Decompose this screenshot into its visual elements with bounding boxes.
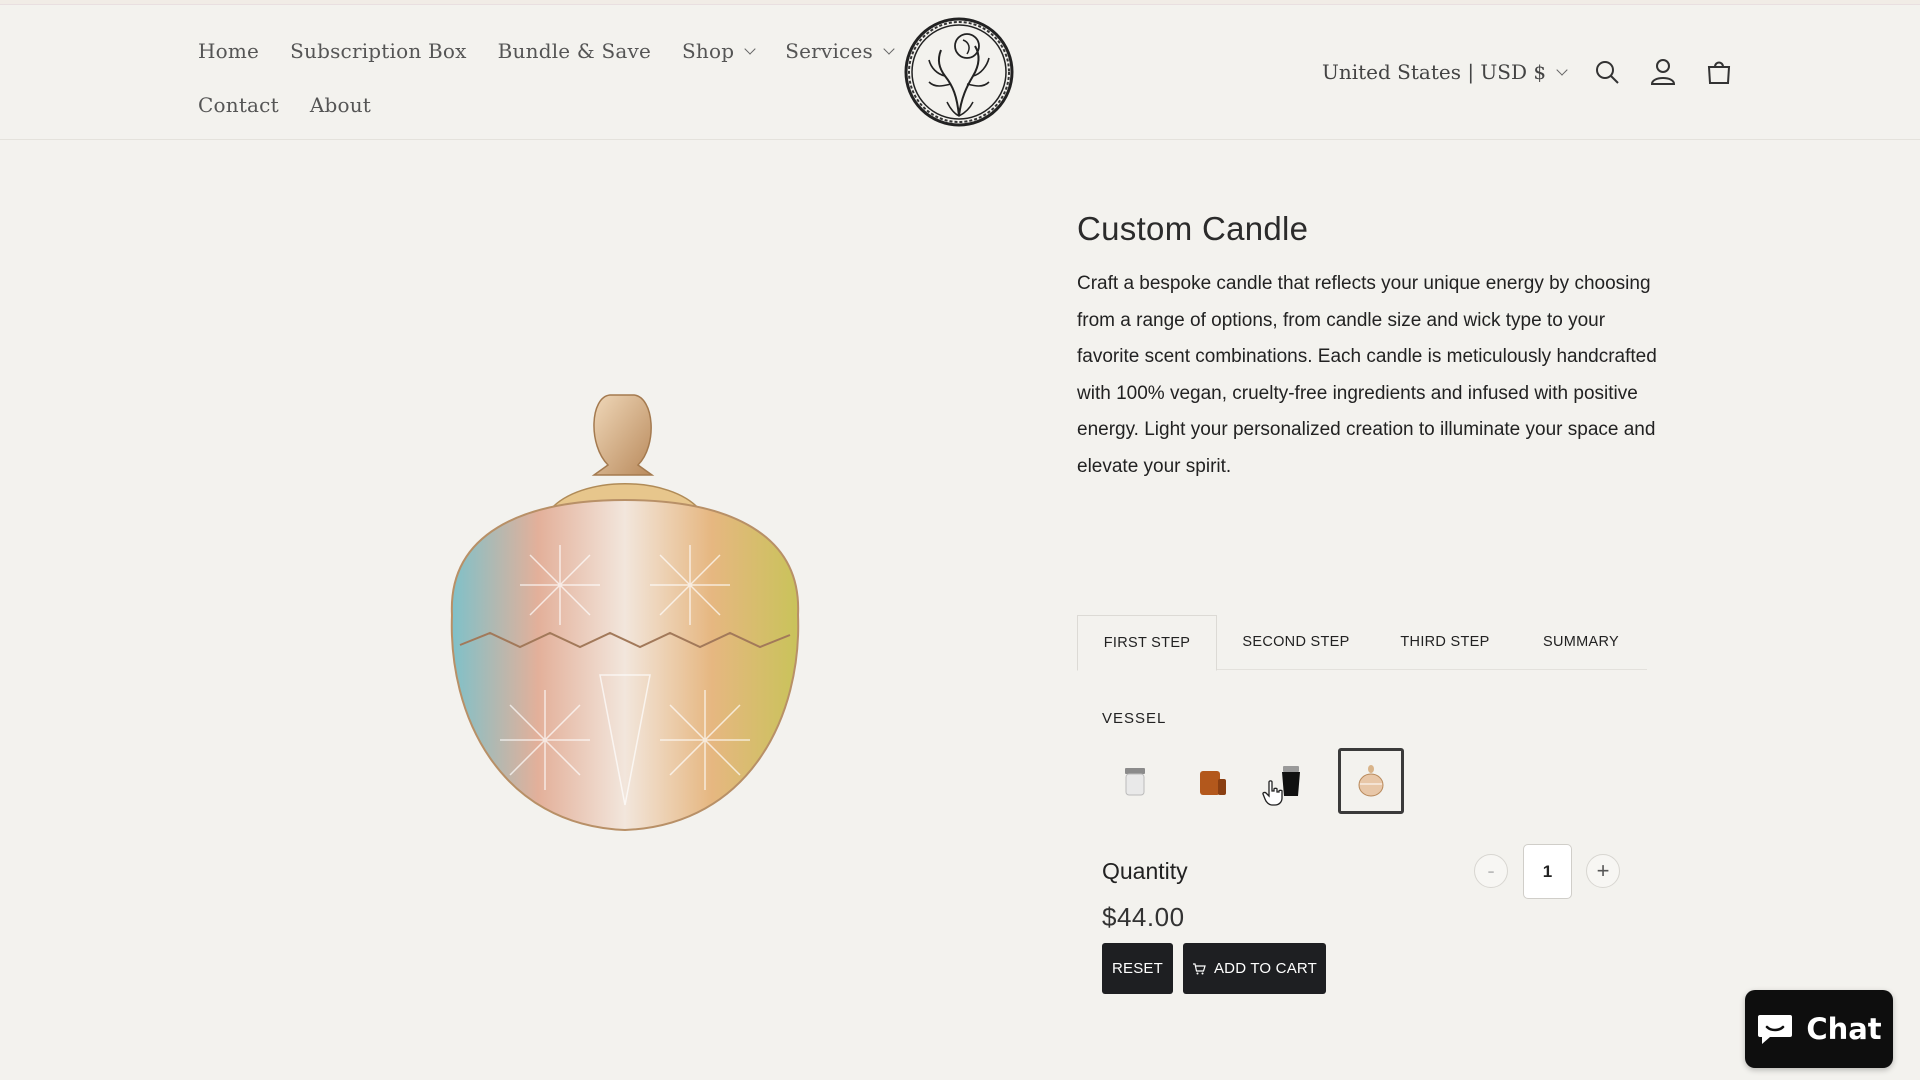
chevron-down-icon <box>1556 63 1568 76</box>
vessel-option-clear-jar[interactable] <box>1102 748 1168 814</box>
nav-shop-label: Shop <box>682 39 735 63</box>
tab-second-step[interactable]: SECOND STEP <box>1217 614 1375 670</box>
nav-home-label: Home <box>198 39 260 63</box>
hand-cursor-icon <box>1262 780 1283 806</box>
nav-subscription-box-label: Subscription Box <box>290 39 467 63</box>
search-icon[interactable] <box>1592 57 1622 87</box>
nav-about[interactable]: About <box>310 93 371 117</box>
chevron-down-icon <box>883 42 895 55</box>
nav-bundle-save-label: Bundle & Save <box>497 39 652 63</box>
nav-contact[interactable]: Contact <box>198 93 279 117</box>
cart-icon[interactable] <box>1704 57 1734 87</box>
reset-button[interactable]: RESET <box>1102 943 1173 994</box>
cart-icon <box>1192 962 1206 974</box>
tab-first-step[interactable]: FIRST STEP <box>1077 615 1217 671</box>
tab-summary[interactable]: SUMMARY <box>1515 614 1647 670</box>
quantity-increase-button[interactable]: + <box>1586 854 1620 888</box>
add-to-cart-label: ADD TO CART <box>1213 960 1318 977</box>
minus-icon: - <box>1487 858 1495 883</box>
add-to-cart-button[interactable]: ADD TO CART <box>1183 943 1326 994</box>
nav-subscription-box[interactable]: Subscription Box <box>290 39 467 63</box>
chat-bubble-icon <box>1758 1015 1793 1044</box>
builder-tabs: FIRST STEP SECOND STEP THIRD STEP SUMMAR… <box>1077 614 1647 671</box>
vessel-label: VESSEL <box>1102 710 1167 727</box>
quantity-label: Quantity <box>1102 858 1188 884</box>
crystal-dish-icon <box>1358 765 1384 797</box>
product-title: Custom Candle <box>1077 210 1309 247</box>
chat-button[interactable]: Chat <box>1745 990 1893 1068</box>
reset-button-label: RESET <box>1111 960 1163 977</box>
nav-shop[interactable]: Shop <box>682 39 756 63</box>
product-price: $44.00 <box>1102 902 1185 932</box>
nav-contact-label: Contact <box>198 93 279 117</box>
vessel-options <box>1102 748 1416 814</box>
nav-services[interactable]: Services <box>785 39 895 63</box>
quantity-decrease-button[interactable]: - <box>1474 854 1508 888</box>
product-description: Craft a bespoke candle that reflects you… <box>1077 273 1657 477</box>
chat-label: Chat <box>1806 1012 1882 1046</box>
quantity-input[interactable] <box>1523 844 1572 899</box>
product-info: Custom Candle Craft a bespoke candle tha… <box>1077 210 1657 486</box>
vessel-option-amber-jar[interactable] <box>1180 748 1246 814</box>
amber-jar-icon <box>1200 771 1226 795</box>
nav-home[interactable]: Home <box>198 39 259 63</box>
tree-logo-icon <box>904 17 1014 127</box>
product-image-crystal-jar <box>430 385 830 865</box>
account-icon[interactable] <box>1648 57 1678 87</box>
main-nav: Home Subscription Box Bundle & Save Shop… <box>198 33 895 141</box>
nav-about-label: About <box>309 93 372 117</box>
nav-services-label: Services <box>785 39 873 63</box>
site-header: Home Subscription Box Bundle & Save Shop… <box>0 5 1920 140</box>
plus-icon: + <box>1596 858 1610 883</box>
header-utilities: United States | USD $ <box>1322 57 1734 87</box>
vessel-option-crystal-dish[interactable] <box>1338 748 1404 814</box>
clear-jar-icon <box>1125 768 1145 796</box>
nav-bundle-save[interactable]: Bundle & Save <box>498 39 651 63</box>
chevron-down-icon <box>744 42 756 55</box>
tab-third-step[interactable]: THIRD STEP <box>1375 614 1515 670</box>
locale-selector[interactable]: United States | USD $ <box>1322 60 1568 84</box>
locale-label: United States | USD $ <box>1322 60 1547 84</box>
brand-logo[interactable] <box>903 16 1015 128</box>
